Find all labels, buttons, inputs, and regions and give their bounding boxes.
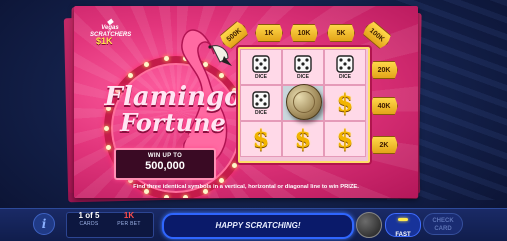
grid-cell-5[interactable]: $ <box>324 85 366 121</box>
grid-cell-3[interactable]: DICE <box>240 85 282 121</box>
cards-label: CARDS <box>79 221 99 227</box>
instructions-text: Find three identical symbols in a vertic… <box>133 184 359 190</box>
dollar-icon: $ <box>336 124 354 153</box>
ticket-title: Flamingo Fortune <box>88 84 258 136</box>
dice-icon <box>336 54 354 73</box>
dice-icon <box>252 90 270 109</box>
cell-label: DICE <box>255 73 267 80</box>
cell-label: DICE <box>255 109 267 116</box>
prize-tag-top-1: 1K <box>255 24 283 42</box>
ticket-price: $1K <box>96 36 113 46</box>
win-up-to-label: WIN UP TO <box>147 153 183 159</box>
prize-tag-right-1: 40K <box>370 97 398 115</box>
check-label-2: CARD <box>434 226 452 232</box>
per-bet-label: PER BET <box>117 221 141 227</box>
grid-cell-8[interactable]: $ <box>324 121 366 157</box>
check-card-button[interactable]: CHECK CARD <box>423 213 463 235</box>
grid-cell-0[interactable]: DICE <box>240 49 282 85</box>
check-label-1: CHECK <box>432 218 454 224</box>
diamond-icon: ◆ <box>106 17 114 26</box>
dollar-icon: $ <box>294 124 312 153</box>
per-bet-value: 1K <box>123 211 135 220</box>
win-up-to-box: WIN UP TO 500,000 <box>114 148 216 180</box>
prize-tag-top-2: 10K <box>290 24 318 42</box>
grid-cell-2[interactable]: DICE <box>324 49 366 85</box>
dice-icon <box>294 54 312 73</box>
dice-icon <box>252 54 270 73</box>
marquee-bulb <box>163 194 169 198</box>
scratch-coin-icon[interactable] <box>286 84 322 120</box>
prize-tag-right-0: 20K <box>370 61 398 79</box>
dollar-icon: $ <box>252 124 270 153</box>
cards-stat: 1 of 5 CARDS <box>70 211 108 227</box>
cell-label: DICE <box>339 73 351 80</box>
prize-tag-right-2: 2K <box>370 136 398 154</box>
per-bet-stat: 1K PER BET <box>110 211 148 227</box>
cell-label: DICE <box>297 73 309 80</box>
fast-label: FAST <box>395 232 411 238</box>
info-button[interactable]: i <box>33 213 55 235</box>
grid-cell-7[interactable]: $ <box>282 121 324 157</box>
scratch-all-button[interactable] <box>356 212 382 238</box>
fast-indicator-light <box>398 218 408 221</box>
win-up-to-amount: 500,000 <box>145 160 185 172</box>
grid-cell-1[interactable]: DICE <box>282 49 324 85</box>
coin-inner-ring <box>293 91 315 113</box>
status-message: HAPPY SCRATCHING! <box>162 213 354 239</box>
grid-cell-6[interactable]: $ <box>240 121 282 157</box>
marquee-bulb <box>127 72 133 78</box>
dollar-icon: $ <box>336 88 354 117</box>
fast-button[interactable]: FAST <box>385 213 421 238</box>
brand-line1: Vegas <box>101 25 119 31</box>
bottom-control-bar: i 1 of 5 CARDS 1K PER BET HAPPY SCRATCHI… <box>0 208 507 241</box>
prize-tag-top-3: 5K <box>327 24 355 42</box>
title-line1: Flamingo <box>104 82 242 112</box>
cards-value: 1 of 5 <box>78 211 100 220</box>
title-line2: Fortune <box>120 108 226 137</box>
